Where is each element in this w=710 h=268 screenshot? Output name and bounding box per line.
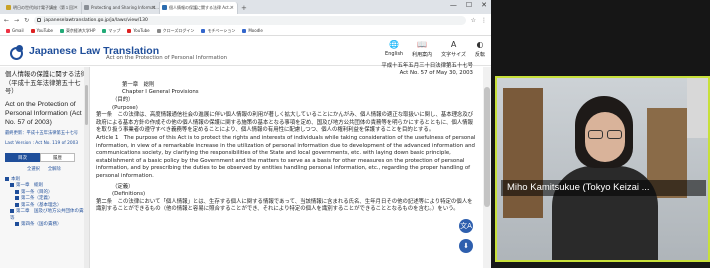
lock-icon <box>37 17 42 22</box>
tab-label: 明日の世代向け電子講座（第１回） <box>13 5 77 10</box>
bookmark-maps[interactable]: マップ <box>102 28 120 34</box>
bookmark-university[interactable]: 東京経済大学HP <box>60 28 95 34</box>
star-icon[interactable]: ☆ <box>471 17 476 24</box>
tab-bar: 明日の世代向け電子講座（第１回） ✕ Protecting and Sharin… <box>0 0 491 14</box>
selection-links: 全選択 全解除 <box>5 166 89 172</box>
favicon-icon <box>162 5 167 10</box>
checkbox[interactable] <box>5 176 9 181</box>
checkbox[interactable] <box>15 222 19 226</box>
forward-icon[interactable]: → <box>14 17 19 24</box>
article-2-jp: 第二条 この法律において「個人情報」とは、生存する個人に関する情報であって、当該… <box>96 198 473 213</box>
close-tab-icon[interactable]: ✕ <box>74 2 78 14</box>
toc-label: 第四条（国の責務） <box>21 222 62 227</box>
law-number-en: Act No. 57 of May 30, 2003 <box>399 70 473 77</box>
page-content: 個人情報の保護に関する法律（平成十五年法律第五十七号） Act on the P… <box>0 55 491 268</box>
law-number-jp: 平成十五年五月三十日法律第五十七号 <box>381 62 473 69</box>
chapter-heading-jp: 第一章 総則 <box>122 81 155 88</box>
article-1-en: Article 1 The purpose of this Act is to … <box>96 134 476 179</box>
globe-icon: 🌐 <box>389 40 400 49</box>
new-tab-button[interactable]: + <box>241 2 247 14</box>
download-button[interactable]: ⬇ <box>459 239 473 253</box>
video-tile[interactable]: Miho Kamitsukue (Tokyo Keizai ... <box>495 76 710 262</box>
window-frame <box>687 78 708 138</box>
address-bar[interactable]: japaneselawtranslation.go.jp/ja/laws/vie… <box>34 15 466 25</box>
select-all-link[interactable]: 全選択 <box>27 166 40 172</box>
contrast-icon: ◐ <box>476 40 484 49</box>
window-controls: — ☐ ✕ <box>450 1 487 9</box>
bookmark-youtube[interactable]: YouTube <box>31 28 53 33</box>
tab-contents[interactable]: 目次 <box>5 152 40 162</box>
glasses-icon <box>587 130 623 139</box>
translate-button[interactable]: 文A <box>459 219 473 233</box>
scroll-thumb[interactable] <box>85 85 88 125</box>
toc-item[interactable]: 第四条（国の責務） <box>5 222 89 229</box>
address-row: ← → ↻ japaneselawtranslation.go.jp/ja/la… <box>0 14 491 26</box>
close-window-icon[interactable]: ✕ <box>481 1 487 9</box>
bookmarks-bar: Gmail YouTube 東京経済大学HP マップ YouTube クローズロ… <box>0 26 491 36</box>
browser-tab[interactable]: Protecting and Sharing Informat... ✕ <box>82 2 160 14</box>
checkbox[interactable] <box>15 202 19 207</box>
maximize-icon[interactable]: ☐ <box>466 1 472 9</box>
page-title-peek: Act on the Protection of Personal Inform… <box>106 55 228 61</box>
deselect-all-link[interactable]: 全解除 <box>48 166 61 172</box>
menu-icon[interactable]: ⋮ <box>481 17 487 24</box>
sidebar: 個人情報の保護に関する法律（平成十五年法律第五十七号） Act on the P… <box>0 67 90 268</box>
bookmark-moodle[interactable]: Moodle <box>242 28 262 33</box>
table-of-contents: 本則 第一章 総則 第一条（目的） 第二条（定義） 第三条（基本理念） 第二章 … <box>5 176 89 229</box>
caption-purpose-jp: （目的） <box>112 96 134 103</box>
site-logo-icon[interactable] <box>10 44 24 60</box>
bookshelf-left <box>503 88 543 218</box>
toc-label: 第三条（基本理念） <box>21 202 62 208</box>
last-version-en: Last Version : Act No. 119 of 2003 <box>5 140 79 146</box>
font-size-icon: A <box>450 40 457 49</box>
toc-label: 第一章 総則 <box>16 183 43 188</box>
reload-icon[interactable]: ↻ <box>24 17 29 24</box>
main-scrollbar[interactable] <box>483 67 491 268</box>
close-tab-icon[interactable]: ✕ <box>230 2 234 14</box>
sidebar-tabs: 目次 履歴 <box>5 152 75 162</box>
book-icon: 📖 <box>417 40 428 49</box>
sidebar-title-jp: 個人情報の保護に関する法律（平成十五年法律第五十七号） <box>5 71 87 95</box>
caption-definitions-en: (Definitions) <box>112 191 146 198</box>
checkbox[interactable] <box>10 183 14 187</box>
toc-label: 第一条（目的） <box>21 189 53 195</box>
toc-label: 第二章 国及び地方公共団体の責務等 <box>10 209 88 221</box>
tab-history[interactable]: 履歴 <box>40 152 75 162</box>
bookmark-login[interactable]: クローズログイン <box>157 28 195 34</box>
tab-label: 個人情報の保護に関する法律 Act... <box>169 5 233 10</box>
sidebar-scrollbar[interactable] <box>84 67 89 268</box>
checkbox[interactable] <box>15 189 19 194</box>
browser-tab-active[interactable]: 個人情報の保護に関する法律 Act... ✕ <box>160 2 238 14</box>
favicon-icon <box>6 5 11 10</box>
checkbox[interactable] <box>15 196 19 200</box>
toc-label: 第二条（定義） <box>21 196 53 201</box>
browser-tab[interactable]: 明日の世代向け電子講座（第１回） ✕ <box>4 2 82 14</box>
toc-label: 本則 <box>11 176 20 182</box>
last-updated-jp: 最終更新：平成十五年法律第五十七号 <box>5 130 79 136</box>
checkbox[interactable] <box>10 209 14 213</box>
dark-background <box>491 0 710 76</box>
bookmark-motivation[interactable]: モチベーション <box>201 28 235 34</box>
bookmark-youtube-2[interactable]: YouTube <box>127 28 149 33</box>
browser-window: 明日の世代向け電子講座（第１回） ✕ Protecting and Sharin… <box>0 0 491 268</box>
back-icon[interactable]: ← <box>4 17 9 24</box>
tab-label: Protecting and Sharing Informat... <box>91 5 159 10</box>
toc-item[interactable]: 第二章 国及び地方公共団体の責務等 <box>5 209 89 222</box>
url-text: japaneselawtranslation.go.jp/ja/laws/vie… <box>44 17 148 23</box>
sidebar-title-en: Act on the Protection of Personal Inform… <box>5 100 82 126</box>
minimize-icon[interactable]: — <box>450 1 457 9</box>
article-1-jp: 第一条 この法律は、高度情報通信社会の進展に伴い個人情報の利用が著しく拡大してい… <box>96 112 474 134</box>
participant-name: Miho Kamitsukue (Tokyo Keizai ... <box>501 180 706 196</box>
close-tab-icon[interactable]: ✕ <box>152 2 156 14</box>
bookmark-gmail[interactable]: Gmail <box>6 28 24 33</box>
scroll-thumb[interactable] <box>484 87 490 207</box>
favicon-icon <box>84 5 89 10</box>
law-text: Act on the Protection of Personal Inform… <box>96 55 477 268</box>
chapter-heading-en: Chapter I General Provisions <box>122 89 199 96</box>
caption-definitions-jp: （定義） <box>112 183 134 190</box>
